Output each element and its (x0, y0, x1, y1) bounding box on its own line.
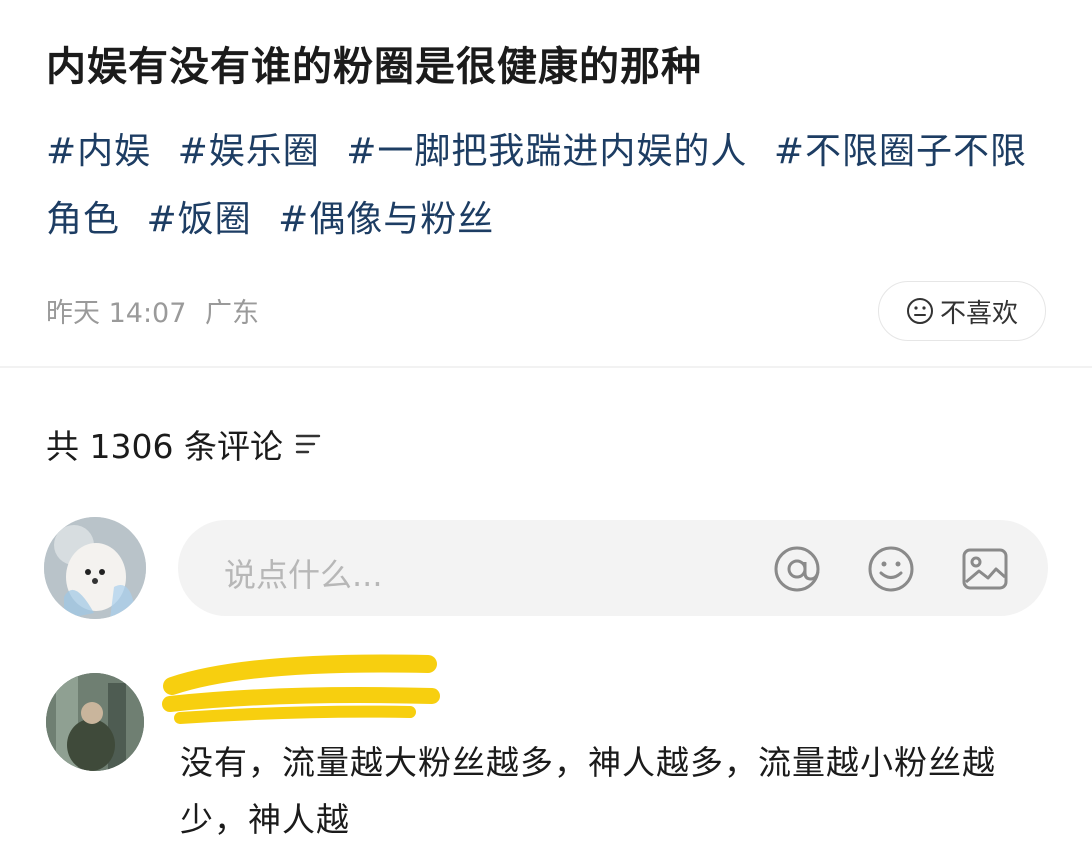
comment-input-placeholder[interactable]: 说点什么... (224, 550, 383, 596)
comment-input-box[interactable]: 说点什么... (178, 520, 1048, 616)
tag-neiyu[interactable]: #内娱 (46, 131, 151, 172)
post-title: 内娱有没有谁的粉圈是很健康的那种 (46, 44, 702, 90)
comment-count-label: 共 1306 条评论 (46, 427, 283, 466)
avatar-commenter[interactable] (46, 673, 144, 771)
post-location: 广东 (205, 298, 259, 329)
at-icon[interactable] (772, 544, 822, 594)
comment-count: 共 1306 条评论 (46, 420, 321, 468)
tag-list: #内娱 #娱乐圈 #一脚把我踹进内娱的人 #不限圈子不限角色 #饭圈 #偶像与粉… (46, 118, 1046, 254)
tag-fanquan[interactable]: #饭圈 (146, 199, 251, 240)
divider (0, 366, 1092, 368)
image-icon[interactable] (960, 544, 1010, 594)
post-time: 昨天 14:07 (46, 298, 187, 329)
avatar-image (44, 517, 146, 619)
tag-yulequan[interactable]: #娱乐圈 (178, 131, 320, 172)
dislike-button[interactable]: 不喜欢 (878, 281, 1046, 341)
avatar-current-user[interactable] (44, 517, 146, 619)
neutral-face-icon (906, 298, 933, 324)
smile-icon[interactable] (866, 544, 916, 594)
text-fade-overlay (460, 808, 1092, 859)
sort-lines-icon[interactable] (295, 432, 321, 456)
redaction-scribble (162, 654, 440, 724)
post-meta: 昨天 14:07 广东 (46, 291, 269, 330)
tag-idol-fans[interactable]: #偶像与粉丝 (278, 199, 494, 240)
avatar-image (46, 673, 144, 771)
dislike-label: 不喜欢 (939, 298, 1018, 329)
tag-kick-me-in[interactable]: #一脚把我踹进内娱的人 (346, 131, 747, 172)
